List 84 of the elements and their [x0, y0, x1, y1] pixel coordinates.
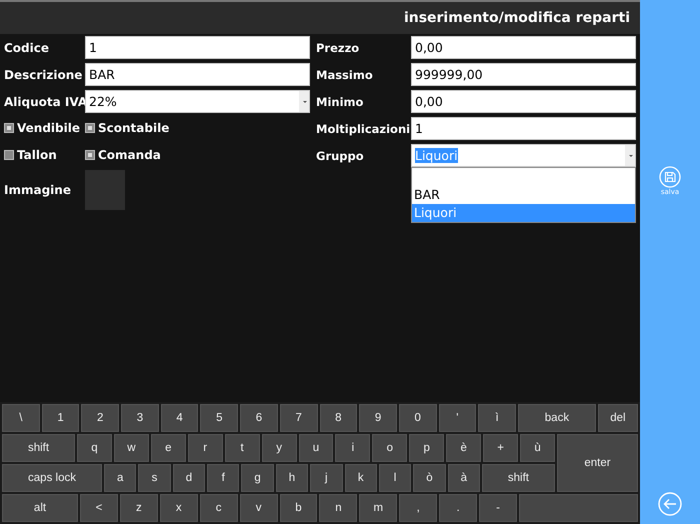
keyboard-key[interactable]: - — [479, 494, 517, 522]
keyboard-key[interactable]: alt — [2, 494, 78, 522]
keyboard-key[interactable]: 4 — [160, 404, 198, 432]
keyboard-key[interactable]: del — [598, 404, 638, 432]
keyboard-key[interactable]: shift — [2, 434, 75, 462]
dropdown-option[interactable]: BAR — [412, 186, 635, 204]
input-field[interactable]: 0,00 — [411, 36, 636, 59]
keyboard-key[interactable]: 1 — [42, 404, 80, 432]
keyboard-key[interactable]: , — [399, 494, 438, 522]
keyboard-key[interactable]: è — [446, 434, 482, 462]
keyboard-key[interactable]: f — [207, 464, 240, 492]
keyboard-key[interactable]: 9 — [359, 404, 397, 432]
field-label: Immagine — [4, 183, 72, 197]
keyboard-key[interactable]: back — [518, 404, 596, 432]
checkbox-label: Vendibile — [17, 121, 80, 135]
keyboard-key[interactable]: z — [120, 494, 158, 522]
keyboard-key[interactable]: r — [188, 434, 223, 462]
caret-icon — [299, 91, 309, 112]
keyboard-key[interactable]: b — [280, 494, 318, 522]
keyboard-key[interactable]: < — [80, 494, 118, 522]
checkbox[interactable] — [4, 123, 14, 133]
checkbox-label: Comanda — [98, 148, 161, 162]
keyboard-key[interactable]: q — [77, 434, 112, 462]
keyboard-key[interactable]: \ — [2, 404, 40, 432]
dropdown-field[interactable]: 22% — [85, 90, 310, 113]
keyboard-key[interactable]: k — [344, 464, 377, 492]
keyboard-key[interactable]: ù — [520, 434, 555, 462]
keyboard-key[interactable]: 0 — [398, 404, 437, 432]
keyboard-key[interactable]: caps lock — [2, 464, 102, 492]
keyboard-key[interactable]: 5 — [200, 404, 238, 432]
checkbox[interactable] — [85, 123, 95, 133]
keyboard-key[interactable]: ì — [478, 404, 516, 432]
keyboard-key[interactable]: w — [114, 434, 149, 462]
enter-key[interactable]: enter — [557, 434, 638, 492]
keyboard-key[interactable]: v — [240, 494, 278, 522]
caret-icon — [625, 145, 635, 166]
keyboard-key[interactable]: n — [319, 494, 358, 522]
keyboard-key[interactable]: p — [409, 434, 444, 462]
field-label: Minimo — [316, 94, 364, 108]
input-field[interactable]: 999999,00 — [411, 63, 636, 86]
field-label: Moltiplicazioni — [316, 122, 411, 136]
keyboard-key[interactable]: 2 — [81, 404, 120, 432]
keyboard-key[interactable]: x — [160, 494, 198, 522]
keyboard-key[interactable]: + — [483, 434, 518, 462]
keyboard-key[interactable]: à — [448, 464, 480, 492]
field-label: Prezzo — [316, 40, 360, 54]
keyboard-key[interactable]: u — [298, 434, 334, 462]
keyboard-key[interactable]: shift — [482, 464, 555, 492]
checkbox-label: Tallon — [17, 148, 57, 162]
save-icon — [659, 166, 681, 188]
keyboard-key[interactable]: h — [276, 464, 308, 492]
input-field[interactable]: 0,00 — [411, 90, 636, 113]
keyboard-key[interactable]: 7 — [280, 404, 318, 432]
keyboard-key[interactable]: c — [200, 494, 238, 522]
field-label: Gruppo — [316, 148, 365, 162]
keyboard-key[interactable]: a — [104, 464, 136, 492]
window-title: inserimento/modifica reparti — [404, 10, 630, 26]
input-field[interactable]: BAR — [85, 63, 310, 86]
field-label: Massimo — [316, 68, 374, 82]
keyboard-key[interactable]: g — [241, 464, 274, 492]
checkbox[interactable] — [4, 150, 14, 160]
checkbox-label: Scontabile — [98, 121, 170, 135]
input-field[interactable]: 1 — [411, 117, 636, 140]
keyboard-key[interactable]: j — [310, 464, 343, 492]
keyboard-key[interactable]: ' — [438, 404, 476, 432]
input-field[interactable]: 1 — [85, 36, 310, 59]
keyboard-key[interactable]: t — [224, 434, 260, 462]
keyboard-key[interactable]: y — [262, 434, 297, 462]
field-label: Descrizione — [4, 68, 84, 82]
space-key[interactable] — [518, 494, 638, 522]
keyboard-key[interactable]: . — [439, 494, 478, 522]
keyboard-key[interactable]: 6 — [240, 404, 278, 432]
keyboard-key[interactable]: i — [335, 434, 370, 462]
keyboard-key[interactable]: 3 — [121, 404, 159, 432]
keyboard-key[interactable]: o — [372, 434, 408, 462]
keyboard-key[interactable]: l — [378, 464, 412, 492]
keyboard-key[interactable]: 8 — [320, 404, 358, 432]
keyboard-key[interactable]: e — [150, 434, 186, 462]
keyboard-key[interactable]: m — [359, 494, 398, 522]
keyboard-key[interactable]: ò — [413, 464, 446, 492]
field-label: Codice — [4, 40, 50, 54]
checkbox[interactable] — [85, 150, 95, 160]
keyboard-key[interactable]: d — [172, 464, 206, 492]
keyboard-key[interactable]: s — [138, 464, 171, 492]
